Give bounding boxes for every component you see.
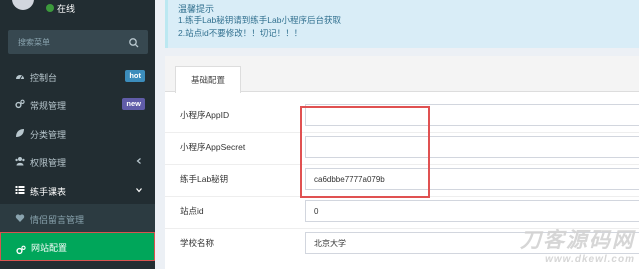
sidebar-item-label: 常规管理 [30, 101, 67, 112]
lab-secret-label: 练手Lab秘钥 [180, 174, 229, 184]
site-id-field[interactable] [305, 200, 639, 222]
dashboard-icon [15, 71, 25, 81]
cogs-icon [16, 242, 26, 255]
tab-basic-config[interactable]: 基础配置 [175, 66, 241, 93]
sidebar-item-dashboard[interactable]: 控制台 hot [0, 62, 155, 90]
appsecret-field[interactable] [305, 136, 639, 158]
form-row-appsecret: 小程序AppSecret [165, 132, 639, 163]
appid-field[interactable] [305, 104, 639, 126]
user-panel: 在线 [0, 0, 155, 22]
tip-callout: 温馨提示 1.练手Lab秘钥请到练手Lab小程序后台获取 2.站点id不要修改！… [165, 0, 639, 48]
callout-line: 2.站点id不要修改！！切记！！！ [178, 28, 303, 38]
sidebar-item-label: 控制台 [30, 73, 58, 83]
chevron-left-icon [135, 157, 143, 165]
lab-secret-field[interactable] [305, 168, 639, 190]
callout-line: 1.练手Lab秘钥请到练手Lab小程序后台获取 [178, 15, 341, 25]
sidebar-item-label: 练手课表 [30, 186, 67, 197]
sidebar-item-general[interactable]: 常规管理 new [0, 90, 155, 118]
watermark-url: www.dkewl.com [545, 254, 635, 265]
form-row-site-id: 站点id [165, 196, 639, 227]
sidebar-item-label: 情侣留言管理 [30, 214, 85, 225]
sidebar-item-label: 网站配置 [31, 243, 68, 253]
sidebar-search [8, 30, 148, 54]
appsecret-label: 小程序AppSecret [180, 142, 246, 152]
site-id-label: 站点id [180, 206, 204, 216]
online-status-text: 在线 [57, 4, 76, 14]
hot-badge: hot [125, 70, 145, 82]
tab-bar: 基础配置 [165, 56, 639, 93]
sidebar-item-category[interactable]: 分类管理 [0, 119, 155, 147]
sidebar-item-site-config-active[interactable]: 网站配置 [0, 232, 155, 261]
group-icon [15, 156, 25, 166]
appid-label: 小程序AppID [180, 110, 230, 120]
sidebar-item-couple-messages[interactable]: 情侣留言管理 [0, 203, 155, 233]
search-icon[interactable] [128, 36, 140, 48]
sidebar-menu: 控制台 hot 常规管理 new 分类管理 权限管理 练手课表 情侣留言管理 [0, 62, 155, 248]
new-badge: new [122, 98, 145, 111]
sidebar: 在线 控制台 hot 常规管理 new [0, 0, 155, 269]
leaf-icon [15, 128, 25, 138]
form-row-appid: 小程序AppID [165, 100, 639, 131]
school-name-label: 学校名称 [180, 238, 215, 248]
sidebar-item-permission[interactable]: 权限管理 [0, 147, 155, 175]
watermark-logo-text: 刀客源码网 [520, 228, 635, 252]
search-input[interactable] [8, 30, 128, 54]
avatar[interactable] [12, 0, 34, 10]
main-content: 温馨提示 1.练手Lab秘钥请到练手Lab小程序后台获取 2.站点id不要修改！… [155, 0, 639, 269]
cogs-icon [15, 99, 25, 109]
app-window: 在线 控制台 hot 常规管理 new [0, 0, 639, 269]
chevron-down-icon [135, 186, 143, 194]
heart-icon [15, 213, 25, 223]
sidebar-item-label: 分类管理 [30, 129, 67, 140]
sidebar-item-schedule[interactable]: 练手课表 [0, 176, 155, 204]
online-status-icon [46, 4, 54, 12]
sidebar-item-label: 权限管理 [30, 158, 67, 169]
form-row-lab-secret: 练手Lab秘钥 [165, 164, 639, 195]
watermark: 刀客源码网 www.dkewl.com [520, 224, 635, 265]
list-icon [15, 185, 25, 195]
